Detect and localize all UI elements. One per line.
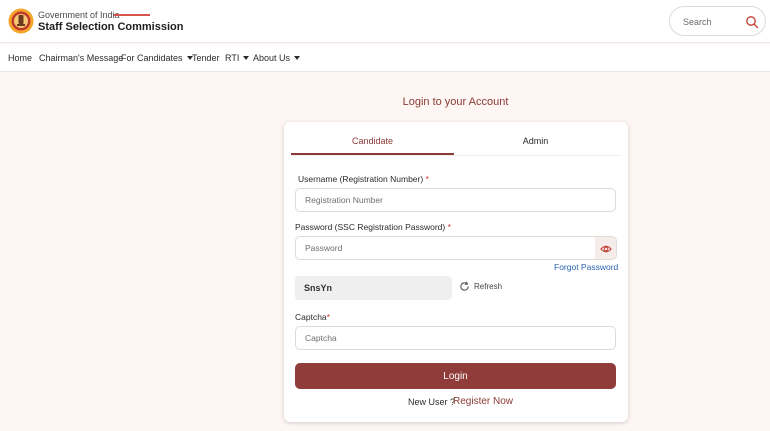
nav-item-for-candidates[interactable]: For Candidates [121, 53, 193, 63]
header-accent-line [114, 14, 150, 16]
main-nav: Home Chairman's Message For Candidates T… [0, 44, 770, 72]
register-now-link[interactable]: Register Now [453, 396, 513, 407]
tab-admin[interactable]: Admin [454, 136, 617, 146]
search-label[interactable]: Search [683, 17, 712, 27]
login-card: Candidate Admin Username (Registration N… [284, 122, 628, 422]
new-user-text: New User ? [408, 397, 456, 407]
active-tab-indicator [291, 153, 454, 155]
chevron-down-icon [294, 56, 301, 60]
refresh-label: Refresh [474, 282, 503, 291]
refresh-icon [460, 281, 469, 291]
site-header: Government of India Staff Selection Comm… [0, 0, 770, 43]
search-box[interactable]: Search [669, 6, 766, 36]
eye-icon [600, 245, 612, 253]
show-password-button[interactable] [595, 236, 617, 260]
nav-item-about-us[interactable]: About Us [253, 53, 301, 63]
password-input[interactable] [295, 236, 596, 260]
nav-item-home[interactable]: Home [8, 53, 32, 63]
chevron-down-icon [243, 56, 250, 60]
tab-divider [291, 155, 621, 156]
username-label: Username (Registration Number) * [298, 174, 429, 184]
national-emblem-icon [8, 7, 34, 35]
password-label: Password (SSC Registration Password) * [295, 222, 451, 232]
forgot-password-link[interactable]: Forgot Password [554, 262, 618, 272]
tab-candidate[interactable]: Candidate [291, 136, 454, 146]
login-button[interactable]: Login [295, 363, 616, 389]
captcha-input[interactable] [295, 326, 616, 350]
captcha-image: SnsYn [295, 276, 452, 300]
organization-name: Staff Selection Commission [38, 21, 184, 33]
refresh-captcha-button[interactable]: Refresh [459, 281, 502, 292]
nav-item-tender[interactable]: Tender [192, 53, 220, 63]
captcha-label: Captcha* [295, 312, 330, 322]
government-text: Government of India [38, 10, 120, 20]
nav-item-chairmans-message[interactable]: Chairman's Message [39, 53, 123, 63]
username-input[interactable] [295, 188, 616, 212]
nav-item-rti[interactable]: RTI [225, 53, 250, 63]
search-icon[interactable] [745, 15, 759, 29]
page-title: Login to your Account [402, 96, 509, 108]
